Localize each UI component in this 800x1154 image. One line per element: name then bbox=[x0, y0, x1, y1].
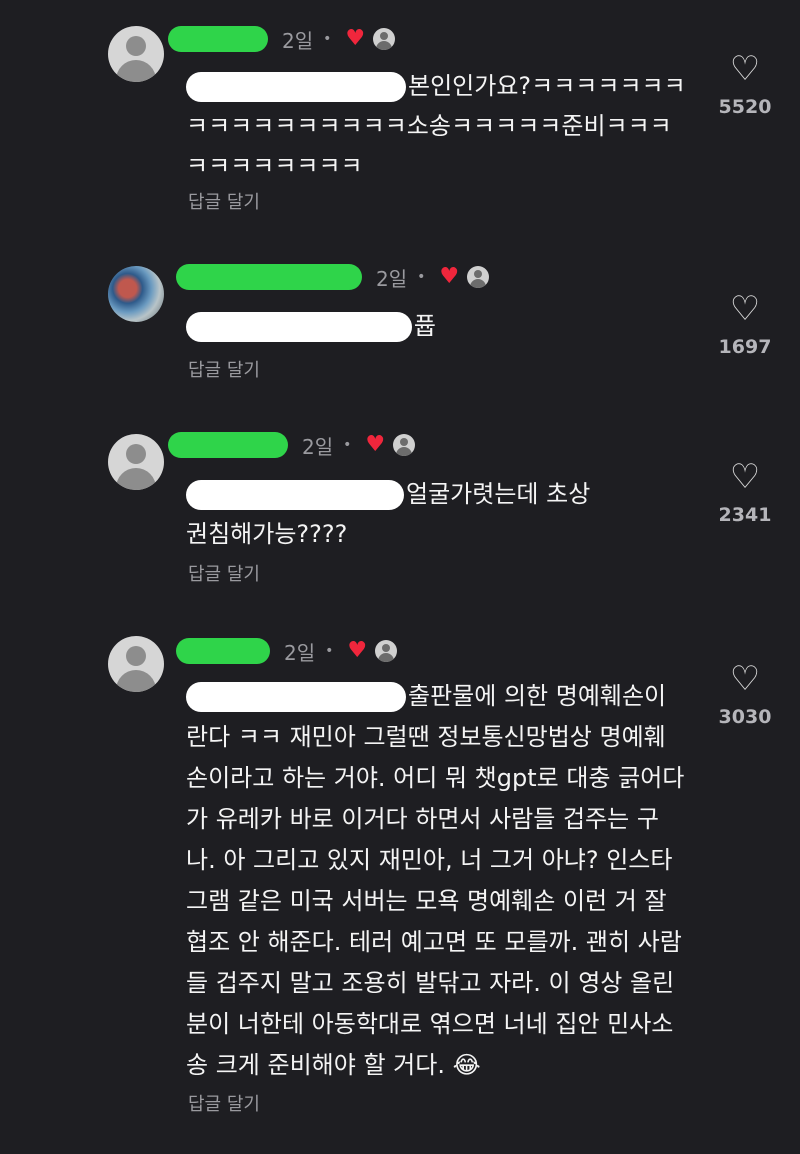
like-heart-icon[interactable]: ♡ bbox=[710, 52, 780, 86]
comment-meta: 2일 • ♥ bbox=[168, 24, 396, 54]
comment-meta: 2일 • ♥ bbox=[176, 636, 398, 666]
username-redaction[interactable] bbox=[176, 264, 362, 290]
creator-avatar-icon bbox=[467, 266, 490, 288]
creator-liked-heart-icon: ♥ bbox=[345, 26, 366, 51]
like-column: ♡ 1697 bbox=[710, 292, 780, 358]
creator-liked-heart-icon: ♥ bbox=[347, 638, 368, 663]
mention-redaction[interactable] bbox=[186, 682, 406, 712]
comment-time: 2일 bbox=[282, 28, 314, 53]
creator-liked-heart-icon: ♥ bbox=[439, 264, 460, 289]
creator-avatar-icon bbox=[373, 28, 396, 50]
reply-button[interactable]: 답글 달기 bbox=[188, 188, 260, 214]
mention-redaction[interactable] bbox=[186, 72, 406, 102]
like-heart-icon[interactable]: ♡ bbox=[710, 292, 780, 326]
reply-button[interactable]: 답글 달기 bbox=[188, 560, 260, 586]
like-count: 1697 bbox=[718, 336, 772, 358]
separator-dot: • bbox=[343, 437, 352, 453]
like-column: ♡ 2341 bbox=[710, 460, 780, 526]
reply-button[interactable]: 답글 달기 bbox=[188, 356, 260, 382]
separator-dot: • bbox=[417, 269, 426, 285]
avatar-head bbox=[126, 444, 146, 464]
like-column: ♡ 3030 bbox=[710, 662, 780, 728]
like-count: 3030 bbox=[718, 706, 772, 728]
comment-body: 퓹 bbox=[414, 312, 437, 340]
mention-redaction[interactable] bbox=[186, 312, 412, 342]
separator-dot: • bbox=[323, 31, 332, 47]
comment-text: 얼굴가렷는데 초상권침해가능???? bbox=[186, 474, 606, 554]
username-redaction[interactable] bbox=[168, 26, 268, 52]
comment-time: 2일 bbox=[302, 434, 334, 459]
comment-text: 본인인가요?ㅋㅋㅋㅋㅋㅋㅋㅋㅋㅋㅋㅋㅋㅋㅋㅋㅋ소송ㅋㅋㅋㅋㅋ준비ㅋㅋㅋㅋㅋㅋㅋㅋ… bbox=[186, 66, 686, 186]
mention-redaction[interactable] bbox=[186, 480, 404, 510]
comment-time: 2일 bbox=[284, 640, 316, 665]
avatar-body bbox=[116, 670, 156, 692]
comment-time: 2일 bbox=[376, 266, 408, 291]
avatar[interactable] bbox=[108, 434, 164, 490]
comment-body: 출판물에 의한 명예훼손이란다 ㅋㅋ 재민아 그럴땐 정보통신망법상 명예훼손이… bbox=[186, 682, 685, 1079]
comment-meta: 2일 • ♥ bbox=[176, 262, 490, 292]
avatar[interactable] bbox=[108, 266, 164, 322]
creator-avatar-icon bbox=[375, 640, 398, 662]
creator-avatar-icon bbox=[393, 434, 416, 456]
avatar-body bbox=[116, 468, 156, 490]
like-count: 2341 bbox=[718, 504, 772, 526]
avatar[interactable] bbox=[108, 26, 164, 82]
creator-liked-heart-icon: ♥ bbox=[365, 432, 386, 457]
separator-dot: • bbox=[325, 643, 334, 659]
avatar[interactable] bbox=[108, 636, 164, 692]
avatar-head bbox=[126, 646, 146, 666]
comment-meta: 2일 • ♥ bbox=[168, 430, 416, 460]
username-redaction[interactable] bbox=[168, 432, 288, 458]
reply-button[interactable]: 답글 달기 bbox=[188, 1090, 260, 1116]
avatar-head bbox=[126, 36, 146, 56]
avatar-body bbox=[116, 60, 156, 82]
username-redaction[interactable] bbox=[176, 638, 270, 664]
like-heart-icon[interactable]: ♡ bbox=[710, 662, 780, 696]
comment-text: 출판물에 의한 명예훼손이란다 ㅋㅋ 재민아 그럴땐 정보통신망법상 명예훼손이… bbox=[186, 676, 686, 1086]
like-count: 5520 bbox=[718, 96, 772, 118]
like-heart-icon[interactable]: ♡ bbox=[710, 460, 780, 494]
like-column: ♡ 5520 bbox=[710, 52, 780, 118]
comment-text: 퓹 bbox=[186, 306, 686, 346]
